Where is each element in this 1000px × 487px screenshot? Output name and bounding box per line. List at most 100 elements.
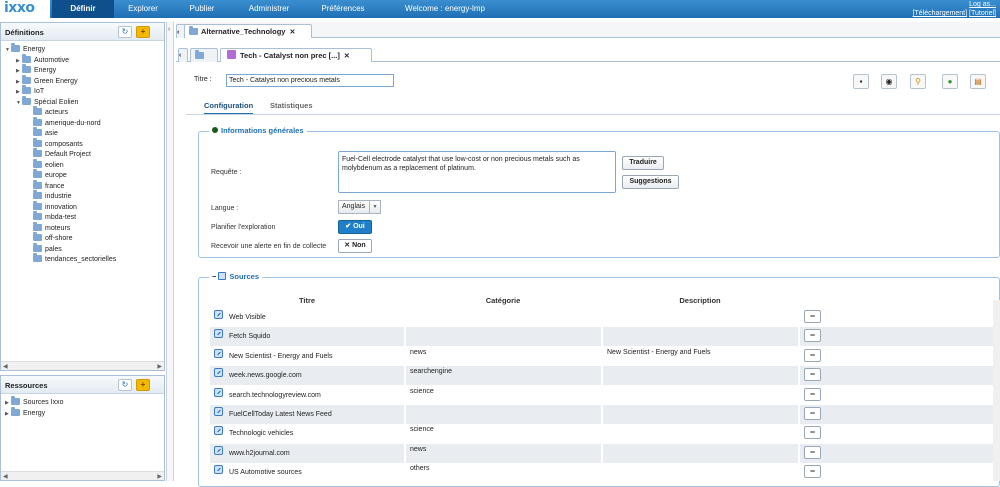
tree-node[interactable]: industrie [5,190,116,203]
table-row[interactable]: Technologic vehicles science − [210,424,995,444]
download-link[interactable]: [Téléchargement] [913,10,967,17]
table-row[interactable]: search.technologyreview.com science − [210,385,995,405]
refresh-button[interactable]: ↻ [118,26,132,38]
tab-tech-catalyst[interactable]: Tech - Catalyst non prec [...] ✕ [220,48,372,62]
table-row[interactable]: New Scientist - Energy and Fuels news New … [210,346,995,366]
search-button[interactable]: ⚲ [910,74,926,89]
col-header-title[interactable]: Titre [210,296,404,305]
folder-icon [33,158,42,168]
tree-node[interactable]: mbda-test [5,211,116,224]
tab-alternative-technology[interactable]: Alternative_Technology ✕ [184,24,312,38]
close-icon[interactable]: ✕ [289,29,295,36]
title-input[interactable] [226,74,394,87]
remove-source-button[interactable]: − [804,310,821,323]
table-row[interactable]: week.news.google.com searchengine − [210,366,995,386]
table-row[interactable]: Fetch Squido − [210,327,995,347]
language-select[interactable]: Anglais ▼ [338,200,381,214]
tree-node[interactable]: ▼ Spécial Eolien [5,95,116,109]
horizontal-scrollbar[interactable]: ◀ ▶ [1,361,164,370]
remove-source-button[interactable]: − [804,407,821,420]
tree-node[interactable]: innovation [5,200,116,214]
close-icon[interactable]: ✕ [344,53,350,60]
welcome-text: Welcome : energy-lmp [405,4,485,13]
tree-node[interactable]: pales [5,242,116,256]
source-title: Web Visible [229,314,266,321]
tree-node[interactable]: amerique-du-nord [5,116,116,130]
table-row[interactable]: FuelCellToday Latest News Feed − [210,405,995,424]
tutorial-link[interactable]: [Tutoriel] [969,10,996,17]
suggestions-button[interactable]: Suggestions [622,175,679,189]
export-button[interactable]: ▤ [970,74,986,89]
tree-node[interactable]: france [5,179,116,193]
scroll-right-icon[interactable]: ▶ [157,363,162,370]
nav-tab-preferences[interactable]: Préférences [312,0,374,18]
tree-node[interactable]: asie [5,127,116,140]
edit-source-icon[interactable] [214,426,223,436]
horizontal-scrollbar[interactable]: ◀ ▶ [1,471,164,480]
col-header-description[interactable]: Description [603,296,797,305]
run-button[interactable]: ● [942,74,958,89]
edit-source-icon[interactable] [214,387,223,397]
general-info-legend[interactable]: Informations générales [209,126,307,135]
save-button[interactable]: ▪ [853,74,869,89]
table-row[interactable]: www.h2journal.com news − [210,443,995,463]
edit-source-icon[interactable] [214,310,223,319]
tab-parent-folder[interactable] [190,48,218,62]
cell-divider [798,385,800,405]
edit-source-icon[interactable] [214,329,223,339]
edit-source-icon[interactable] [214,368,223,378]
nav-tab-explorer[interactable]: Explorer [118,0,168,18]
tree-node[interactable]: moteurs [5,221,116,235]
vertical-scrollbar[interactable] [993,300,1000,481]
remove-source-button[interactable]: − [804,348,821,362]
inner-tab-scroll-left[interactable]: ‹ [178,48,188,62]
remove-source-button[interactable]: − [804,445,821,459]
collapse-panel-bar[interactable]: ‹ [166,22,174,481]
tab-configuration[interactable]: Configuration [204,101,254,115]
tab-statistiques[interactable]: Statistiques [270,101,313,110]
tree-node-label: europe [45,172,67,179]
tree-node-label: moteurs [45,224,71,232]
scroll-right-icon[interactable]: ▶ [157,473,162,480]
remove-source-button[interactable]: − [804,387,821,401]
tree-node[interactable]: off-shore [5,232,116,245]
refresh-resources-button[interactable]: ↻ [118,379,132,391]
folder-icon [195,50,204,59]
sources-legend[interactable]: − Sources [209,272,262,281]
tab-label: Alternative_Technology [201,27,286,36]
log-as-link[interactable]: Log as... [969,1,996,8]
edit-source-icon[interactable] [214,348,223,358]
preview-button[interactable]: ◉ [881,74,897,89]
scroll-left-icon[interactable]: ◀ [3,363,8,370]
tree-node[interactable]: ▶ Energy [5,406,63,420]
request-textarea[interactable]: Fuel-Cell electrode catalyst that use lo… [338,151,616,193]
nav-tab-administrer[interactable]: Administrer [238,0,300,18]
add-resource-button[interactable]: + [136,379,150,391]
edit-source-icon[interactable] [214,407,223,416]
schedule-toggle[interactable]: ✔ Oui [338,220,372,234]
edit-source-icon[interactable] [214,445,223,455]
alert-toggle[interactable]: ✕ Non [338,239,372,253]
source-category: searchengine [410,368,453,376]
nav-tab-publier[interactable]: Publier [176,0,228,18]
remove-source-button[interactable]: − [804,465,821,479]
source-title: week.news.google.com [229,372,302,380]
tree-node[interactable]: eolien [5,158,116,172]
tree-node[interactable]: europe [5,169,116,182]
table-row[interactable]: Web Visible − [210,308,995,327]
tree-node[interactable]: composants [5,137,116,151]
translate-button[interactable]: Traduire [622,156,664,170]
remove-source-button[interactable]: − [804,368,821,382]
edit-source-icon[interactable] [214,465,223,475]
scroll-left-icon[interactable]: ◀ [3,473,8,480]
tree-node[interactable]: tendances_sectorielles [5,253,116,266]
remove-source-button[interactable]: − [804,329,821,343]
nav-tab-definir[interactable]: Définir [52,0,114,18]
add-definition-button[interactable]: + [136,26,150,38]
remove-source-button[interactable]: − [804,426,821,440]
tree-node[interactable]: Default Project [5,148,116,161]
table-row[interactable]: US Automotive sources others − [210,463,995,483]
col-header-category[interactable]: Catégorie [406,296,600,305]
tree-node-label: pales [45,245,62,253]
tree-node[interactable]: acteurs [5,106,116,119]
